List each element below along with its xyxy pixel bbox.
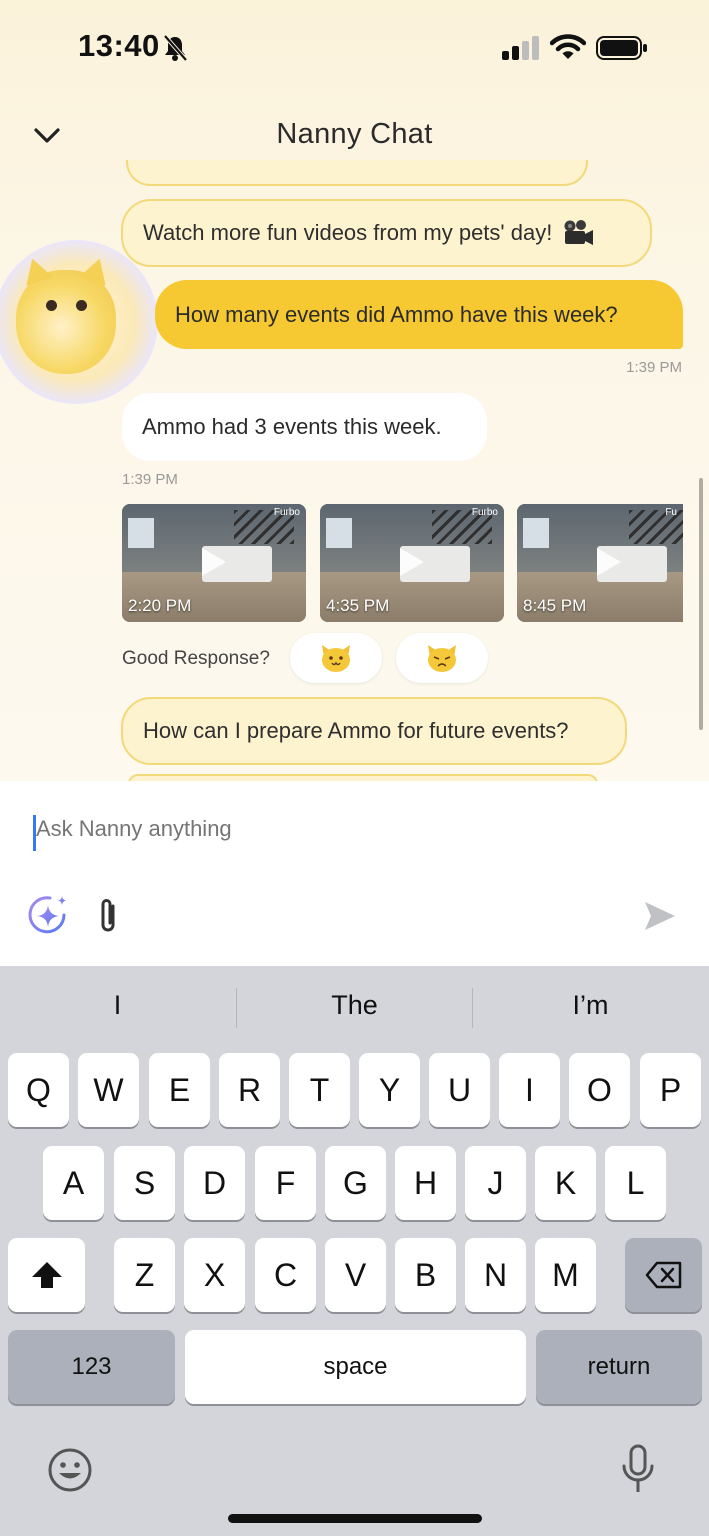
suggestion-chip-prepare[interactable]: How can I prepare Ammo for future events… (121, 697, 627, 765)
home-indicator (228, 1514, 482, 1523)
thumbs-down-button[interactable] (396, 633, 488, 683)
key-j[interactable]: J (465, 1146, 526, 1220)
play-icon (202, 548, 226, 576)
video-time: 8:45 PM (523, 596, 587, 615)
video-camera-icon (564, 220, 594, 245)
key-y[interactable]: Y (359, 1053, 420, 1127)
suggestion-chip-partial[interactable] (126, 160, 588, 186)
microphone-icon[interactable] (620, 1444, 656, 1496)
key-m[interactable]: M (535, 1238, 596, 1312)
nanny-avatar (0, 240, 158, 404)
key-d[interactable]: D (184, 1146, 245, 1220)
video-thumbnail[interactable]: Fu 8:45 PM (517, 504, 683, 622)
unhappy-cat-icon (428, 645, 456, 672)
key-i[interactable]: I (499, 1053, 560, 1127)
key-u[interactable]: U (429, 1053, 490, 1127)
key-o[interactable]: O (569, 1053, 630, 1127)
ask-input[interactable] (36, 816, 536, 842)
video-brand-label: Fu (665, 507, 677, 518)
page-title: Nanny Chat (276, 118, 433, 150)
backspace-icon (645, 1261, 681, 1289)
video-time: 2:20 PM (128, 596, 192, 615)
status-time: 13:40 (78, 28, 160, 63)
nanny-cat-icon (16, 254, 116, 374)
key-p[interactable]: P (640, 1053, 701, 1127)
video-thumbnail[interactable]: Furbo 4:35 PM (320, 504, 504, 622)
key-t[interactable]: T (289, 1053, 350, 1127)
keyboard-suggestion[interactable]: I’m (473, 990, 708, 1021)
key-a[interactable]: A (43, 1146, 104, 1220)
paperclip-icon[interactable] (94, 896, 122, 936)
suggestion-chip-watch-videos[interactable]: Watch more fun videos from my pets' day! (121, 199, 652, 267)
composer (0, 781, 709, 966)
user-message-bubble: How many events did Ammo have this week? (155, 280, 683, 349)
video-thumbnail[interactable]: Furbo 2:20 PM (122, 504, 306, 622)
key-w[interactable]: W (78, 1053, 139, 1127)
send-icon[interactable] (643, 900, 677, 932)
key-l[interactable]: L (605, 1146, 666, 1220)
key-b[interactable]: B (395, 1238, 456, 1312)
suggestion-chip-label: How can I prepare Ammo for future events… (143, 718, 569, 743)
key-r[interactable]: R (219, 1053, 280, 1127)
wifi-icon (550, 34, 586, 59)
thumbs-up-button[interactable] (290, 633, 382, 683)
key-q[interactable]: Q (8, 1053, 69, 1127)
key-v[interactable]: V (325, 1238, 386, 1312)
key-e[interactable]: E (149, 1053, 210, 1127)
feedback-label: Good Response? (122, 648, 270, 669)
cellular-signal-icon (502, 36, 539, 60)
video-brand-label: Furbo (471, 507, 498, 518)
user-message-timestamp: 1:39 PM (626, 359, 682, 376)
key-c[interactable]: C (255, 1238, 316, 1312)
key-n[interactable]: N (465, 1238, 526, 1312)
key-f[interactable]: F (255, 1146, 316, 1220)
space-key[interactable]: space (185, 1330, 526, 1404)
key-k[interactable]: K (535, 1146, 596, 1220)
shift-arrow-icon (31, 1262, 62, 1288)
shift-key[interactable] (8, 1238, 85, 1312)
play-icon (400, 548, 424, 576)
key-s[interactable]: S (114, 1146, 175, 1220)
scrollbar[interactable] (699, 478, 703, 730)
play-icon (597, 548, 621, 576)
bell-muted-icon (163, 34, 188, 62)
return-key[interactable]: return (536, 1330, 702, 1404)
suggestion-chip-label: Watch more fun videos from my pets' day! (143, 220, 553, 245)
key-h[interactable]: H (395, 1146, 456, 1220)
keyboard-suggestion[interactable]: I (0, 990, 235, 1021)
delete-key[interactable] (625, 1238, 702, 1312)
video-time: 4:35 PM (326, 596, 390, 615)
key-x[interactable]: X (184, 1238, 245, 1312)
ai-sparkle-icon[interactable] (26, 893, 72, 939)
battery-icon (596, 36, 647, 60)
video-brand-label: Furbo (273, 507, 300, 518)
text-cursor (33, 815, 36, 851)
emoji-icon[interactable] (46, 1446, 94, 1494)
bot-message-bubble: Ammo had 3 events this week. (122, 393, 487, 461)
numbers-key[interactable]: 123 (8, 1330, 175, 1404)
happy-cat-icon (322, 645, 350, 672)
keyboard-suggestion[interactable]: The (237, 990, 472, 1021)
bot-message-timestamp: 1:39 PM (122, 471, 178, 488)
key-g[interactable]: G (325, 1146, 386, 1220)
key-z[interactable]: Z (114, 1238, 175, 1312)
